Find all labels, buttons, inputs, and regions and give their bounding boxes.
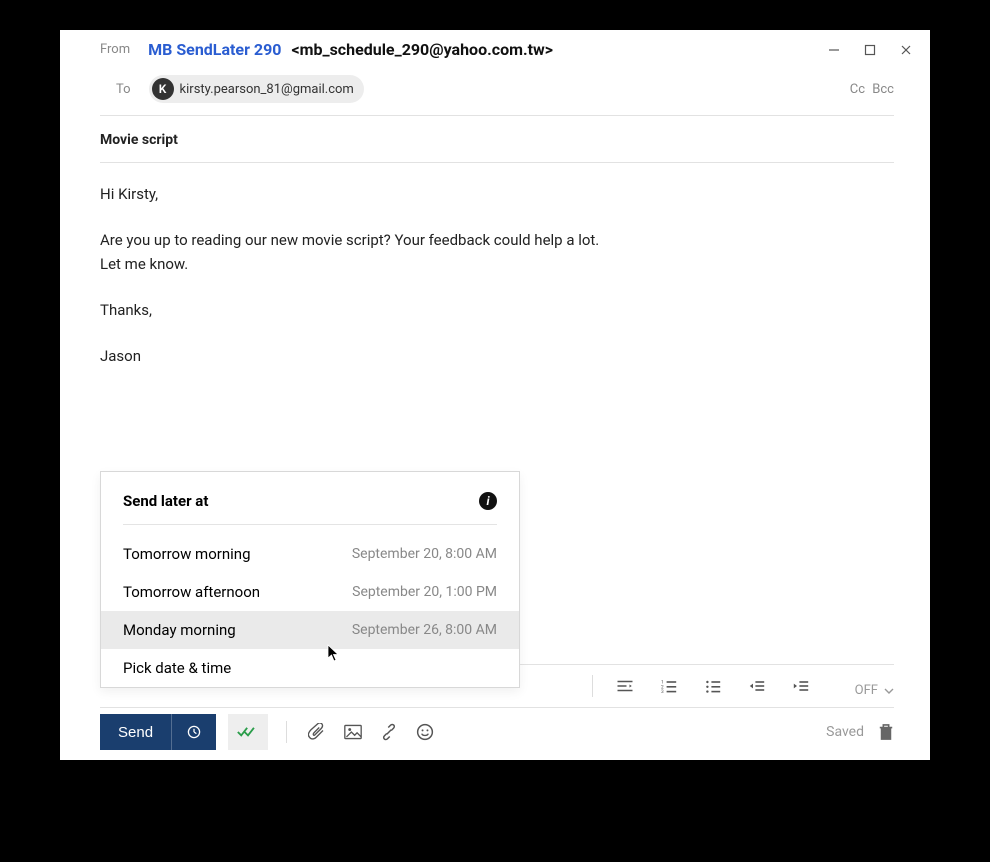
- image-icon[interactable]: [341, 724, 365, 740]
- from-row: From MB SendLater 290 <mb_schedule_290@y…: [60, 30, 930, 65]
- option-time: September 20, 8:00 AM: [352, 546, 497, 562]
- from-label: From: [100, 42, 130, 57]
- bottom-bar: Send Saved: [100, 714, 894, 750]
- popup-title: Send later at: [123, 492, 208, 510]
- schedule-send-button[interactable]: [171, 714, 216, 750]
- subject-field[interactable]: Movie script: [60, 116, 930, 162]
- popup-header: Send later at i: [101, 472, 519, 524]
- format-toolbar: 123: [592, 664, 813, 708]
- bullet-list-icon[interactable]: [701, 679, 725, 693]
- schedule-option-pick-date[interactable]: Pick date & time: [101, 649, 519, 687]
- schedule-option-tomorrow-morning[interactable]: Tomorrow morning September 20, 8:00 AM: [101, 535, 519, 573]
- to-row: To K kirsty.pearson_81@gmail.com Cc Bcc: [60, 65, 930, 115]
- close-icon[interactable]: [900, 44, 916, 56]
- separator: [592, 675, 593, 697]
- send-later-popup: Send later at i Tomorrow morning Septemb…: [100, 471, 520, 688]
- attach-icon[interactable]: [305, 723, 329, 741]
- divider: [123, 524, 497, 525]
- body-signature: Jason: [100, 345, 890, 368]
- chevron-down-icon: [884, 688, 894, 694]
- recipient-chip[interactable]: K kirsty.pearson_81@gmail.com: [149, 75, 364, 103]
- track-button[interactable]: [228, 714, 268, 750]
- option-time: September 26, 8:00 AM: [352, 622, 497, 638]
- option-label: Tomorrow afternoon: [123, 583, 260, 601]
- body-greeting: Hi Kirsty,: [100, 183, 890, 206]
- tracking-toggle[interactable]: OFF: [855, 683, 894, 698]
- delete-icon[interactable]: [878, 723, 894, 741]
- body-thanks: Thanks,: [100, 299, 890, 322]
- saved-status: Saved: [826, 723, 894, 741]
- maximize-icon[interactable]: [864, 44, 880, 56]
- info-icon[interactable]: i: [479, 492, 497, 510]
- option-time: September 20, 1:00 PM: [352, 584, 497, 600]
- avatar: K: [152, 78, 174, 100]
- body-line: Are you up to reading our new movie scri…: [100, 229, 890, 252]
- send-label: Send: [100, 724, 171, 741]
- numbered-list-icon[interactable]: 123: [657, 679, 681, 693]
- option-label: Pick date & time: [123, 659, 231, 677]
- sender-name[interactable]: MB SendLater 290: [148, 40, 281, 59]
- off-label: OFF: [855, 683, 878, 698]
- option-label: Tomorrow morning: [123, 545, 251, 563]
- to-label: To: [116, 82, 131, 97]
- align-icon[interactable]: [613, 679, 637, 693]
- compose-window: From MB SendLater 290 <mb_schedule_290@y…: [60, 30, 930, 760]
- link-icon[interactable]: [377, 723, 401, 741]
- minimize-icon[interactable]: [828, 44, 844, 56]
- cc-button[interactable]: Cc: [850, 82, 865, 97]
- outdent-icon[interactable]: [745, 679, 769, 693]
- double-check-icon: [237, 725, 259, 739]
- emoji-icon[interactable]: [413, 723, 437, 741]
- bcc-button[interactable]: Bcc: [872, 82, 894, 97]
- saved-label: Saved: [826, 724, 864, 740]
- option-label: Monday morning: [123, 621, 236, 639]
- window-controls: [828, 44, 916, 56]
- separator: [286, 721, 287, 743]
- cc-bcc: Cc Bcc: [850, 82, 894, 97]
- send-button[interactable]: Send: [100, 714, 216, 750]
- schedule-option-tomorrow-afternoon[interactable]: Tomorrow afternoon September 20, 1:00 PM: [101, 573, 519, 611]
- recipient-email: kirsty.pearson_81@gmail.com: [180, 82, 354, 97]
- svg-text:3: 3: [661, 689, 664, 693]
- message-body[interactable]: Hi Kirsty, Are you up to reading our new…: [60, 163, 930, 411]
- schedule-option-monday-morning[interactable]: Monday morning September 26, 8:00 AM: [101, 611, 519, 649]
- indent-icon[interactable]: [789, 679, 813, 693]
- body-line: Let me know.: [100, 253, 890, 276]
- clock-icon: [186, 724, 202, 740]
- sender-email: <mb_schedule_290@yahoo.com.tw>: [291, 40, 553, 59]
